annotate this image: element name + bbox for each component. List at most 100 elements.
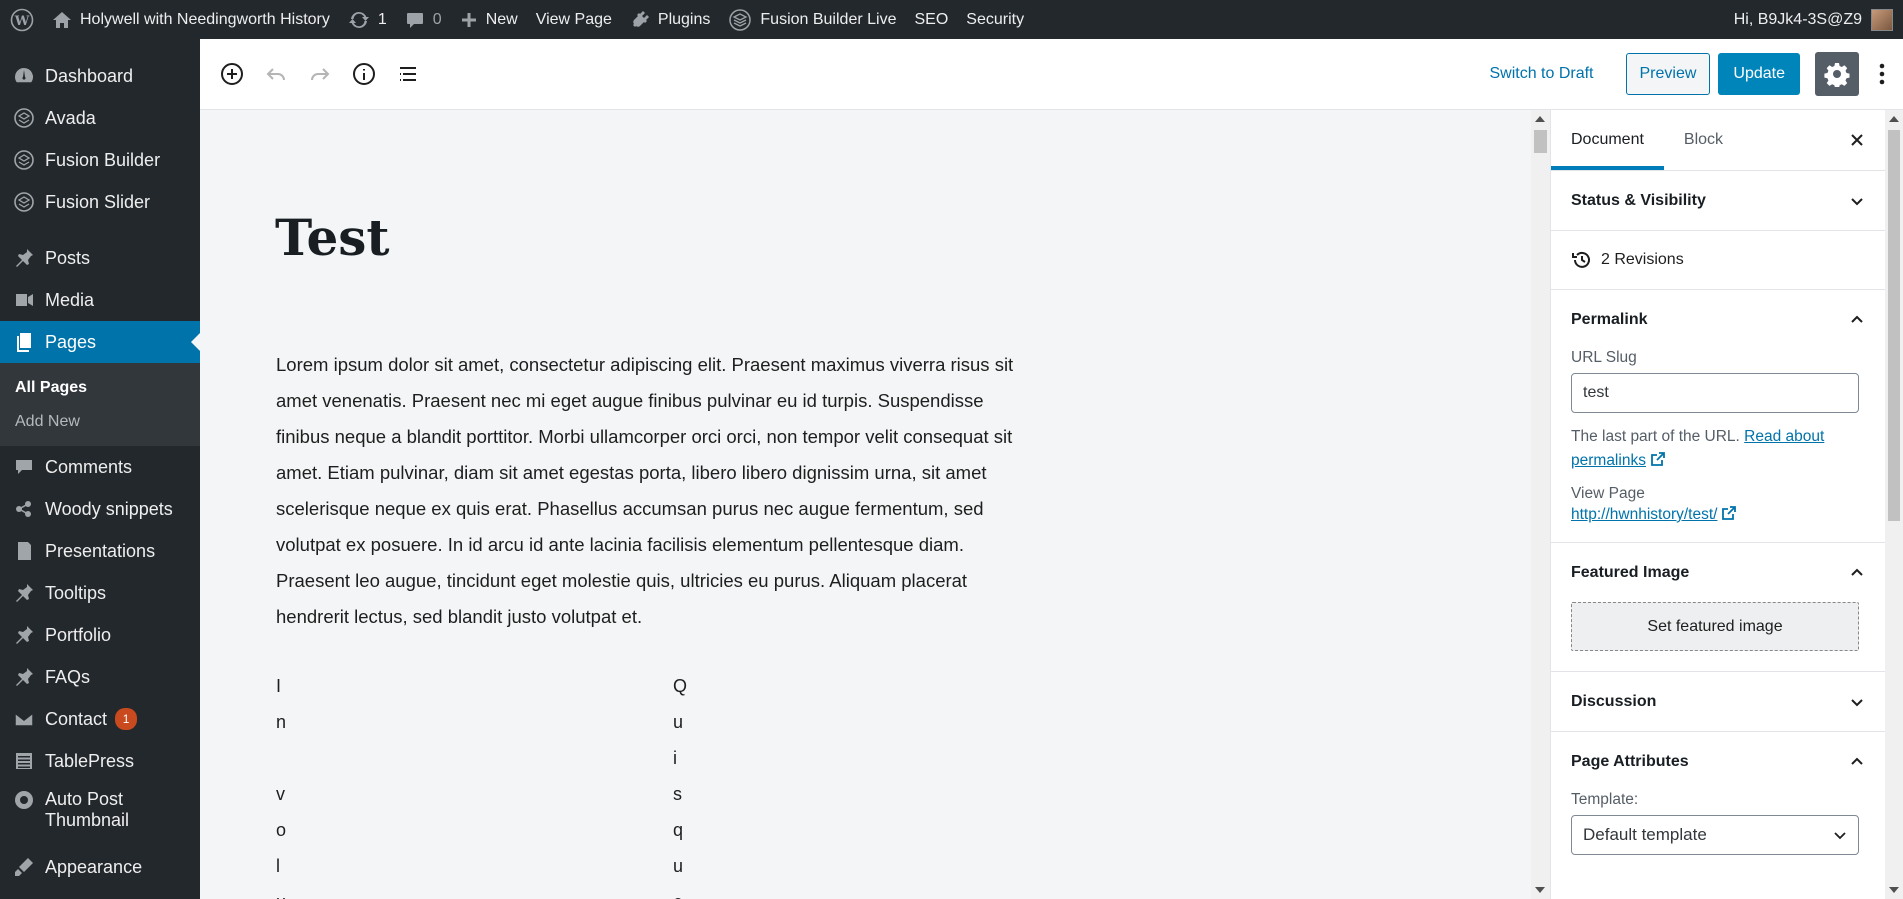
block-navigation-icon[interactable]	[386, 52, 430, 96]
url-slug-input[interactable]: test	[1571, 373, 1859, 413]
close-icon[interactable]	[1839, 122, 1875, 158]
chevron-up-icon	[1851, 315, 1863, 323]
tab-document[interactable]: Document	[1551, 110, 1664, 170]
redo-icon[interactable]	[298, 52, 342, 96]
greeting: Hi, B9Jk4-3S@Z9	[1733, 10, 1862, 28]
my-account[interactable]: Hi, B9Jk4-3S@Z9	[1734, 0, 1903, 39]
menu-label: FAQs	[45, 666, 91, 687]
menu-item-contact[interactable]: Contact 1	[0, 698, 200, 740]
column-block-right[interactable]: Q u i s q u e	[673, 668, 687, 899]
settings-sidebar: Document Block Status & Visibility 2 Rev…	[1550, 110, 1885, 899]
security-label: Security	[966, 10, 1025, 28]
add-block-icon[interactable]	[210, 52, 254, 96]
view-page-link[interactable]: View Page	[527, 0, 621, 39]
column-char: n	[276, 712, 287, 732]
menu-item-avada[interactable]: Avada	[0, 97, 200, 139]
menu-item-presentations[interactable]: Presentations	[0, 530, 200, 572]
menu-item-appearance[interactable]: Appearance	[0, 846, 200, 888]
scrollbar-thumb[interactable]	[1534, 130, 1547, 153]
paragraph-block[interactable]: Lorem ipsum dolor sit amet, consectetur …	[276, 347, 1036, 635]
permalink-toggle[interactable]: Permalink	[1551, 290, 1885, 349]
column-char: o	[276, 820, 287, 840]
comments-link[interactable]: 0	[396, 0, 451, 39]
panel-discussion[interactable]: Discussion	[1551, 672, 1885, 732]
revisions-link[interactable]: 2 Revisions	[1551, 231, 1885, 290]
menu-label: Portfolio	[45, 624, 112, 645]
panel-status-visibility[interactable]: Status & Visibility	[1551, 171, 1885, 231]
scrollbar-thumb[interactable]	[1888, 130, 1900, 521]
template-select[interactable]: Default template	[1571, 815, 1859, 855]
updates-link[interactable]: 1	[339, 0, 396, 39]
site-name-link[interactable]: Holywell with Needingworth History	[43, 0, 339, 39]
preview-button[interactable]: Preview	[1625, 53, 1711, 95]
editor-scrollbar[interactable]	[1531, 110, 1550, 899]
security-link[interactable]: Security	[957, 0, 1033, 39]
menu-item-portfolio[interactable]: Portfolio	[0, 614, 200, 656]
chevron-down-icon	[1851, 197, 1863, 205]
pages-icon	[12, 330, 36, 354]
view-page-url-link[interactable]: http://hwnhistory/test/	[1571, 506, 1717, 523]
home-icon	[53, 11, 71, 28]
column-char: s	[673, 784, 682, 804]
menu-item-media[interactable]: Media	[0, 279, 200, 321]
column-char: l	[276, 856, 280, 876]
seo-label: SEO	[914, 10, 949, 28]
comment-icon	[406, 12, 423, 28]
undo-icon[interactable]	[254, 52, 298, 96]
info-icon[interactable]	[342, 52, 386, 96]
menu-item-fusion-slider[interactable]: Fusion Slider	[0, 181, 200, 223]
menu-item-auto-post-thumbnail[interactable]: Auto Post Thumbnail	[0, 782, 200, 838]
menu-item-dashboard[interactable]: Dashboard	[0, 55, 200, 97]
menu-label: Presentations	[45, 540, 156, 561]
menu-item-fusion-builder[interactable]: Fusion Builder	[0, 139, 200, 181]
menu-label-wrap: Auto Post Thumbnail	[45, 789, 129, 831]
read-about-link[interactable]: Read about	[1744, 428, 1824, 445]
update-button[interactable]: Update	[1718, 53, 1800, 95]
sidebar-scrollbar[interactable]	[1885, 110, 1903, 899]
menu-item-faqs[interactable]: FAQs	[0, 656, 200, 698]
panel-title: Permalink	[1571, 310, 1648, 328]
plugins-link[interactable]: Plugins	[621, 0, 719, 39]
scroll-down-arrow[interactable]	[1535, 887, 1545, 893]
menu-item-pages[interactable]: Pages	[0, 321, 200, 363]
menu-label: Contact	[45, 708, 108, 729]
menu-item-tablepress[interactable]: TablePress	[0, 740, 200, 782]
page-attributes-toggle[interactable]: Page Attributes	[1551, 732, 1885, 791]
menu-item-woody-snippets[interactable]: Woody snippets	[0, 488, 200, 530]
column-block-left[interactable]: I n v o l u	[276, 668, 286, 899]
tab-block[interactable]: Block	[1664, 110, 1743, 170]
new-content-link[interactable]: New	[451, 0, 527, 39]
menu-label: Fusion Slider	[45, 191, 151, 212]
template-label: Template:	[1571, 791, 1639, 808]
menu-label: Tooltips	[45, 582, 107, 603]
submenu-all-pages[interactable]: All Pages	[0, 371, 200, 405]
menu-item-tooltips[interactable]: Tooltips	[0, 572, 200, 614]
scroll-up-arrow[interactable]	[1535, 116, 1545, 122]
column-char: u	[673, 856, 684, 876]
mail-icon	[12, 707, 36, 731]
wordpress-logo-icon[interactable]: W	[0, 0, 43, 39]
chevron-up-icon	[1851, 757, 1863, 765]
fusion-live-link[interactable]: Fusion Builder Live	[719, 0, 905, 39]
menu-label-line2: Thumbnail	[45, 810, 130, 830]
menu-item-comments[interactable]: Comments	[0, 446, 200, 488]
panel-page-attributes: Page Attributes Template: Default templa…	[1551, 732, 1885, 855]
set-featured-image-button[interactable]: Set featured image	[1571, 602, 1859, 651]
featured-image-toggle[interactable]: Featured Image	[1551, 543, 1885, 602]
switch-to-draft-button[interactable]: Switch to Draft	[1489, 65, 1593, 83]
post-title[interactable]: Test	[275, 208, 390, 267]
more-options-icon[interactable]	[1867, 52, 1897, 96]
revisions-label: 2 Revisions	[1601, 251, 1684, 268]
menu-label: Media	[45, 289, 95, 310]
menu-label: Dashboard	[45, 65, 134, 86]
column-char: q	[673, 820, 684, 840]
scroll-up-arrow[interactable]	[1889, 116, 1899, 122]
submenu-add-new[interactable]: Add New	[0, 405, 200, 439]
permalinks-link[interactable]: permalinks	[1571, 452, 1646, 469]
menu-label: Pages	[45, 331, 97, 352]
url-slug-label: URL Slug	[1571, 349, 1637, 366]
settings-gear-icon[interactable]	[1815, 52, 1859, 96]
scroll-down-arrow[interactable]	[1889, 887, 1899, 893]
seo-link[interactable]: SEO	[905, 0, 957, 39]
menu-item-posts[interactable]: Posts	[0, 237, 200, 279]
